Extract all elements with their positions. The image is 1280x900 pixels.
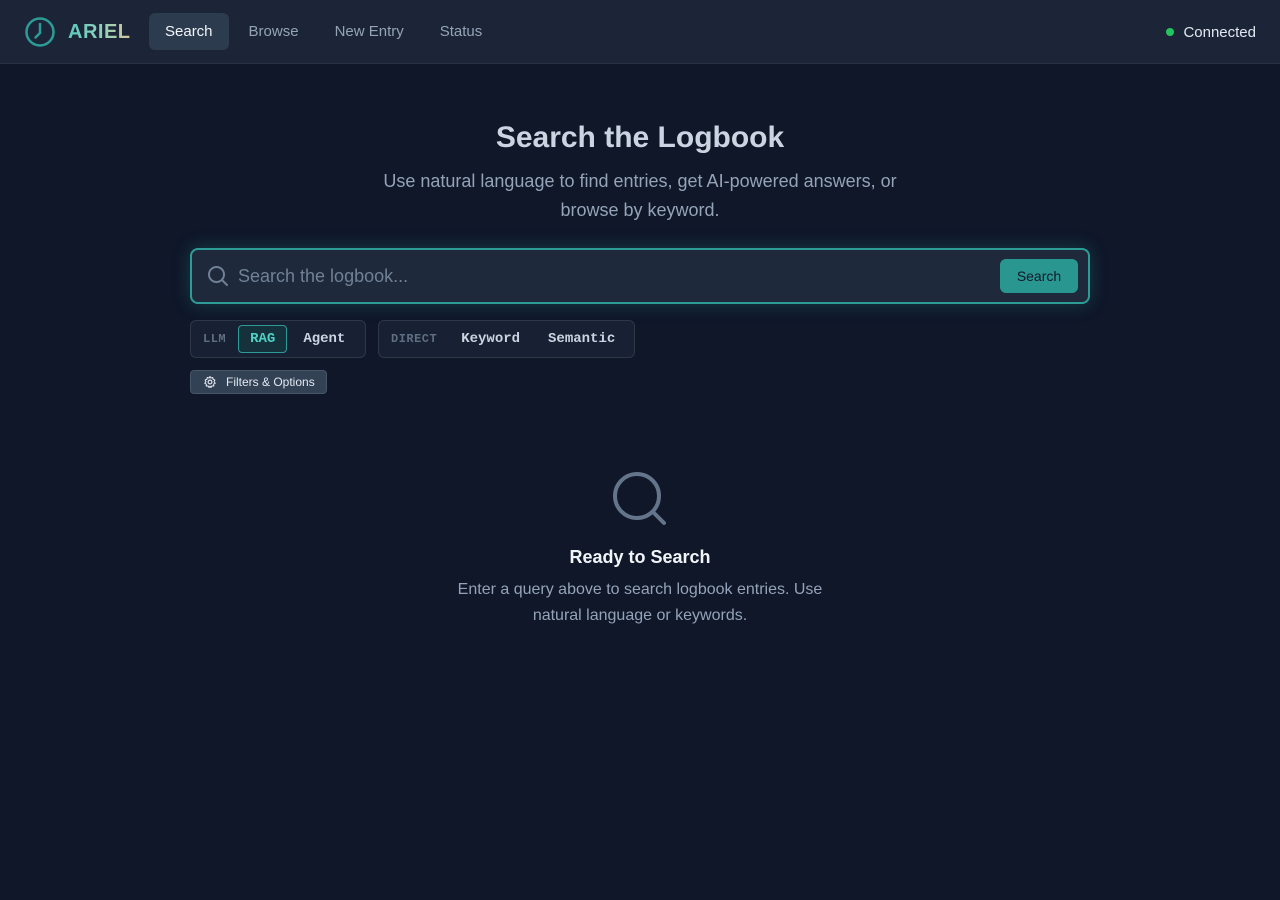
gauge-icon [25,17,55,47]
main-nav: Search Browse New Entry Status [149,13,502,50]
filters-options-label: Filters & Options [226,375,315,389]
gear-icon [204,375,216,389]
search-icon [613,472,666,525]
llm-mode-group: LLM RAG Agent [190,320,366,358]
top-navigation-bar: ARIEL Search Browse New Entry Status Con… [0,0,1280,64]
llm-group-label: LLM [203,332,227,346]
connection-status-label: Connected [1183,23,1256,41]
page-title: Search the Logbook [495,121,785,154]
nav-tab-new-entry[interactable]: New Entry [319,13,420,50]
page-subtitle: Use natural language to find entries, ge… [383,171,897,220]
search-bar: Search [190,248,1090,304]
mode-semantic-button[interactable]: Semantic [536,325,627,353]
mode-rag-button[interactable]: RAG [238,325,288,353]
mode-keyword-button[interactable]: Keyword [449,325,532,353]
search-button[interactable]: Search [1000,259,1078,293]
mode-agent-button[interactable]: Agent [291,325,357,353]
nav-tab-status[interactable]: Status [424,13,499,50]
direct-group-label: DIRECT [391,332,438,346]
nav-tab-browse[interactable]: Browse [233,13,315,50]
filters-options-button[interactable]: Filters & Options [190,370,327,394]
nav-tab-search[interactable]: Search [149,13,229,50]
app-logo-text[interactable]: ARIEL [68,20,131,44]
empty-state-text: Enter a query above to search logbook en… [457,581,823,624]
empty-state-title: Ready to Search [569,547,711,567]
search-input[interactable] [238,258,988,294]
connection-status: Connected [1166,22,1256,42]
status-dot-icon [1166,28,1175,36]
direct-mode-group: DIRECT Keyword Semantic [378,320,635,358]
search-icon [208,266,228,286]
